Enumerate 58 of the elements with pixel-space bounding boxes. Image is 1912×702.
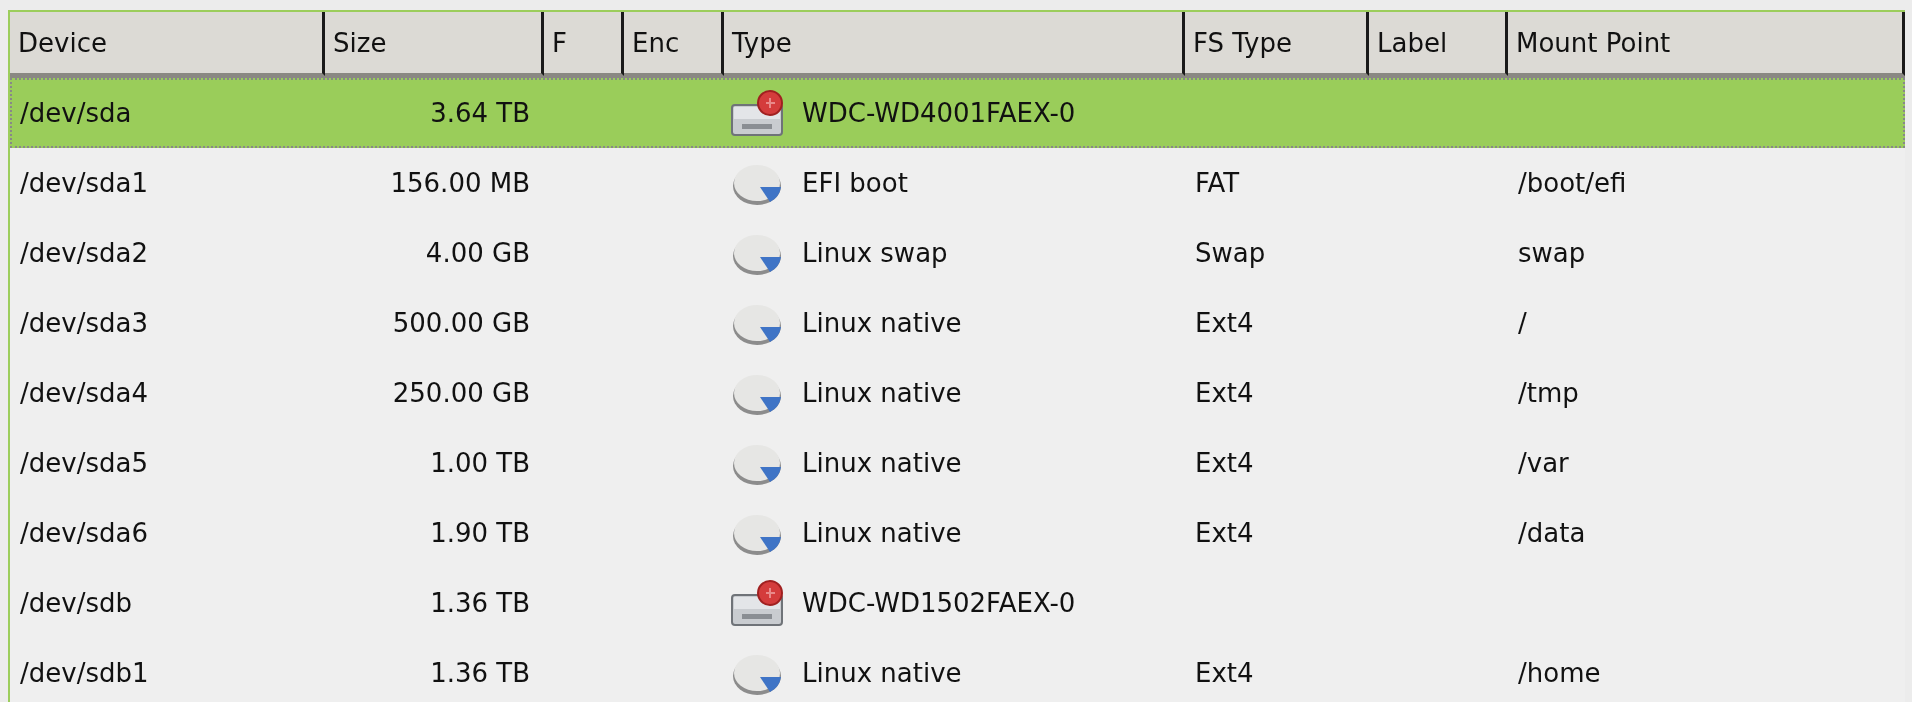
device-cell-text: /dev/sda2 [19, 238, 149, 268]
mount-point-cell-text: /data [1517, 518, 1587, 548]
mount-point-cell-text: /home [1517, 658, 1602, 688]
device-cell-text: /dev/sda6 [19, 518, 149, 548]
type-cell: Linux native [802, 448, 962, 478]
table-row[interactable]: /dev/sda4 250.00 GB Linux native Ext4 /tmp [10, 358, 1905, 428]
mount-point-cell-text: swap [1517, 238, 1587, 268]
fs-type-cell-text: Ext4 [1194, 448, 1255, 478]
type-cell: WDC-WD1502FAEX-0 [802, 588, 1076, 618]
table-row[interactable]: /dev/sda5 1.00 TB Linux native Ext4 /var [10, 428, 1905, 498]
type-cell: WDC-WD4001FAEX-0 [802, 98, 1076, 128]
column-header[interactable]: Type [724, 12, 1185, 76]
table-row[interactable]: /dev/sda 3.64 TB WDC-WD4001FAEX-0 [10, 78, 1905, 148]
size-cell-text: 1.36 TB [429, 658, 531, 688]
size-cell-text: 1.00 TB [429, 448, 531, 478]
size-cell-text: 4.00 GB [424, 238, 531, 268]
size-cell-text: 3.64 TB [429, 98, 531, 128]
size-cell-text: 250.00 GB [391, 378, 531, 408]
column-header[interactable]: Mount Point [1508, 12, 1905, 76]
type-cell: EFI boot [802, 168, 908, 198]
type-cell: Linux native [802, 378, 962, 408]
fs-type-cell-text: Ext4 [1194, 518, 1255, 548]
size-cell-text: 1.90 TB [429, 518, 531, 548]
type-cell: Linux native [802, 658, 962, 688]
column-header[interactable]: Label [1369, 12, 1508, 76]
device-cell-text: /dev/sdb1 [19, 658, 150, 688]
fs-type-cell-text: FAT [1194, 168, 1241, 198]
mount-point-cell-text: /tmp [1517, 378, 1580, 408]
device-cell-text: /dev/sda1 [19, 168, 149, 198]
column-header[interactable]: Size [325, 12, 544, 76]
fs-type-cell-text: Ext4 [1194, 378, 1255, 408]
column-header[interactable]: F [544, 12, 624, 76]
device-cell-text: /dev/sdb [19, 588, 133, 618]
table-row[interactable]: /dev/sdb1 1.36 TB Linux native Ext4 /home [10, 638, 1905, 702]
mount-point-cell-text: /var [1517, 448, 1570, 478]
table-row[interactable]: /dev/sda1 156.00 MB EFI boot FAT /boot/efi [10, 148, 1905, 218]
device-cell-text: /dev/sda3 [19, 308, 149, 338]
type-cell: Linux swap [802, 238, 948, 268]
device-cell-text: /dev/sda [19, 98, 133, 128]
column-header[interactable]: Enc [624, 12, 724, 76]
column-header[interactable]: Device [10, 12, 325, 76]
fs-type-cell-text: Swap [1194, 238, 1267, 268]
column-header[interactable]: FS Type [1185, 12, 1369, 76]
device-cell-text: /dev/sda4 [19, 378, 149, 408]
device-cell-text: /dev/sda5 [19, 448, 149, 478]
type-cell: Linux native [802, 308, 962, 338]
fs-type-cell-text: Ext4 [1194, 658, 1255, 688]
type-cell: Linux native [802, 518, 962, 548]
size-cell-text: 500.00 GB [391, 308, 531, 338]
table-row[interactable]: /dev/sdb 1.36 TB WDC-WD1502FAEX-0 [10, 568, 1905, 638]
size-cell-text: 156.00 MB [389, 168, 531, 198]
mount-point-cell-text: /boot/efi [1517, 168, 1628, 198]
fs-type-cell-text: Ext4 [1194, 308, 1255, 338]
table-row[interactable]: /dev/sda2 4.00 GB Linux swap Swap swap [10, 218, 1905, 288]
table-row[interactable]: /dev/sda6 1.90 TB Linux native Ext4 /data [10, 498, 1905, 568]
table-row[interactable]: /dev/sda3 500.00 GB Linux native Ext4 / [10, 288, 1905, 358]
size-cell-text: 1.36 TB [429, 588, 531, 618]
mount-point-cell-text: / [1517, 308, 1528, 338]
